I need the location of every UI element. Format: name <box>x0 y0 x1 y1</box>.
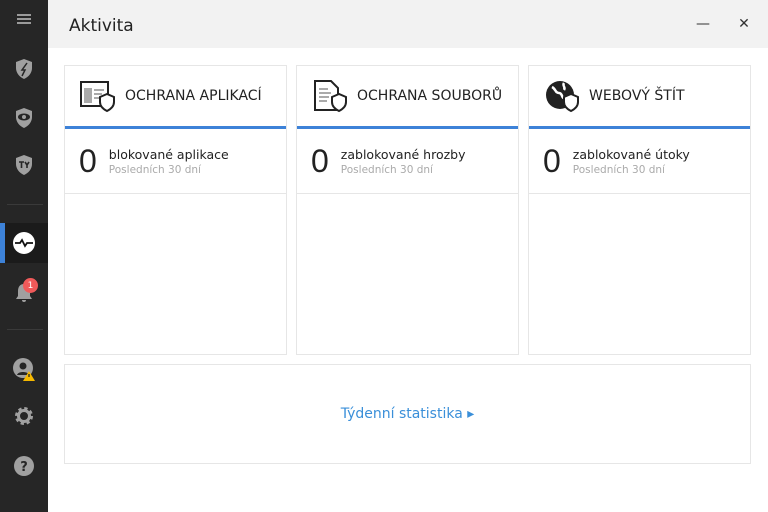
stat-period: Posledních 30 dní <box>572 163 665 176</box>
card-title: OCHRANA APLIKACÍ <box>125 88 262 104</box>
document-shield-icon <box>314 80 347 113</box>
sidebar: 1 ? <box>0 0 48 512</box>
app-window-shield-icon <box>80 81 115 113</box>
card-web-shield[interactable]: WEBOVÝ ŠTÍT 0 zablokované útoky Posledních… <box>528 65 751 355</box>
menu-icon <box>17 14 31 24</box>
account-warning-icon <box>13 358 35 381</box>
sidebar-item-file-protection[interactable] <box>0 98 48 138</box>
app-shield-icon <box>16 59 32 79</box>
stat-count: 0 <box>543 142 561 179</box>
sidebar-item-activity[interactable] <box>0 223 48 263</box>
card-file-protection[interactable]: OCHRANA SOUBORŮ 0 zablokované hrozby Posle… <box>296 65 519 355</box>
card-title: WEBOVÝ ŠTÍT <box>589 88 685 104</box>
help-icon: ? <box>14 456 34 476</box>
svg-text:?: ? <box>20 460 28 475</box>
notification-badge: 1 <box>23 278 38 293</box>
globe-shield-icon <box>546 81 579 113</box>
sidebar-item-app-protection[interactable] <box>0 49 48 89</box>
stat-period: Posledních 30 dní <box>340 163 433 176</box>
menu-button[interactable] <box>0 0 48 40</box>
stat-count: 0 <box>311 142 329 179</box>
weekly-stats-link[interactable]: Týdenní statistika ▸ <box>341 406 475 422</box>
arrow-right-icon: ▸ <box>467 406 475 422</box>
sidebar-item-settings[interactable] <box>0 396 48 436</box>
weekly-stats-panel: Týdenní statistika ▸ <box>64 364 751 464</box>
stat-label: zablokované útoky <box>572 146 690 162</box>
stat-count: 0 <box>79 142 97 179</box>
ty-shield-icon <box>16 155 32 175</box>
stat-label: zablokované hrozby <box>340 146 466 162</box>
stat-label: blokované aplikace <box>108 146 229 162</box>
close-button[interactable]: ✕ <box>732 12 756 36</box>
card-title: OCHRANA SOUBORŮ <box>357 88 503 104</box>
sidebar-item-notifications[interactable]: 1 <box>0 273 48 313</box>
activity-icon <box>13 232 35 254</box>
gear-icon <box>15 407 33 425</box>
card-app-protection[interactable]: OCHRANA APLIKACÍ 0 blokované aplikace Posl… <box>64 65 287 355</box>
stat-period: Posledních 30 dní <box>108 163 201 176</box>
title-bar: Aktivita — ✕ <box>48 0 768 48</box>
sidebar-item-account[interactable] <box>0 349 48 389</box>
sidebar-item-help[interactable]: ? <box>0 446 48 486</box>
weekly-stats-label: Týdenní statistika <box>340 406 463 422</box>
sidebar-item-web-shield[interactable] <box>0 145 48 185</box>
minimize-button[interactable]: — <box>691 12 715 36</box>
window-title: Aktivita <box>69 16 134 36</box>
eye-shield-icon <box>16 108 32 128</box>
